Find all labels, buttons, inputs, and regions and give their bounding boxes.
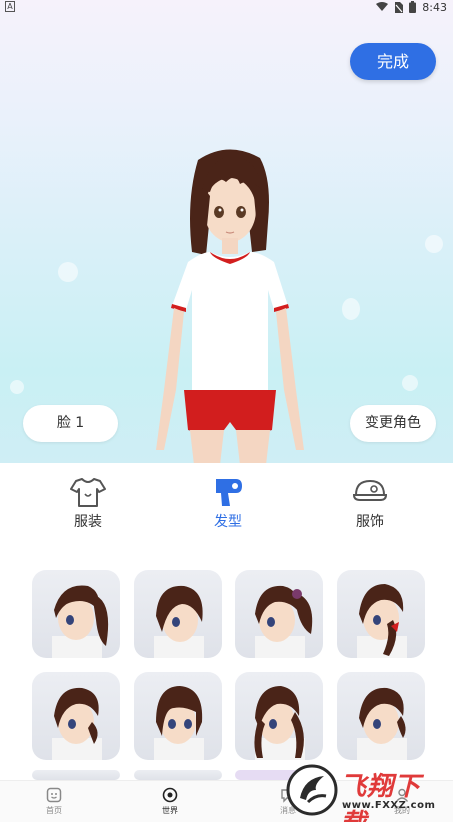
- hairstyle-thumbnail: [52, 687, 102, 760]
- change-role-button[interactable]: 变更角色: [350, 405, 436, 442]
- category-tabs: 服装 发型 服饰: [0, 463, 453, 543]
- nav-label: 世界: [162, 806, 178, 815]
- hairstyle-thumbnail: [154, 686, 204, 760]
- tab-label: 发型: [214, 514, 242, 530]
- hairstyle-thumbnail: [154, 585, 204, 658]
- nav-home[interactable]: 首页: [24, 787, 84, 816]
- hairstyle-thumbnail: [357, 687, 407, 760]
- status-right-group: 8:43: [376, 0, 447, 14]
- watermark-url: www.FXXZ.com: [342, 800, 436, 811]
- hairstyle-option[interactable]: [235, 570, 323, 658]
- tab-accessories[interactable]: 服饰: [330, 475, 410, 531]
- wifi-icon: [376, 2, 389, 11]
- watermark-brand: 飞翔下载: [340, 772, 422, 822]
- hair-dryer-icon: [216, 479, 242, 506]
- bokeh-light: [402, 375, 418, 391]
- bokeh-light: [425, 235, 443, 253]
- tab-hairstyle[interactable]: 发型: [188, 475, 268, 531]
- done-button[interactable]: 完成: [350, 43, 436, 80]
- hairstyle-option[interactable]: [32, 570, 120, 658]
- home-face-icon: [46, 787, 62, 803]
- bokeh-light: [58, 262, 78, 282]
- face-selector-button[interactable]: 脸 1: [23, 405, 118, 442]
- site-watermark: 飞翔下载 www.FXXZ.com: [286, 762, 446, 822]
- hairstyle-option[interactable]: [337, 570, 425, 658]
- clock: 8:43: [422, 0, 447, 14]
- hairstyle-option[interactable]: [337, 672, 425, 760]
- sim-icon: [395, 1, 404, 13]
- character-preview-scene[interactable]: A 8:43 完成 脸 1 变更角色: [0, 0, 453, 463]
- cap-icon: [352, 479, 388, 501]
- hairstyle-option[interactable]: [32, 672, 120, 760]
- shirt-icon: [70, 478, 106, 507]
- hairstyle-option[interactable]: [134, 770, 222, 780]
- hairstyle-option[interactable]: [134, 672, 222, 760]
- nav-world[interactable]: 世界: [140, 787, 200, 816]
- bokeh-light: [10, 380, 24, 394]
- tab-label: 服装: [74, 514, 102, 530]
- hairstyle-grid: [32, 570, 427, 780]
- hairstyle-thumbnail: [255, 585, 313, 658]
- hairstyle-thumbnail: [52, 585, 109, 658]
- notification-icon: A: [5, 1, 15, 12]
- battery-icon: [409, 1, 417, 13]
- bokeh-light: [342, 298, 360, 320]
- hairstyle-option[interactable]: [134, 570, 222, 658]
- tab-label: 服饰: [356, 514, 384, 530]
- hairstyle-thumbnail: [254, 686, 305, 760]
- target-icon: [162, 787, 178, 803]
- hairstyle-thumbnail: [357, 584, 407, 658]
- nav-label: 首页: [46, 806, 62, 815]
- hairstyle-option[interactable]: [235, 672, 323, 760]
- watermark-logo-icon: [286, 764, 338, 816]
- character-model: [156, 149, 304, 463]
- tab-clothing[interactable]: 服装: [48, 475, 128, 531]
- status-bar: A 8:43: [0, 0, 453, 14]
- hairstyle-option[interactable]: [32, 770, 120, 780]
